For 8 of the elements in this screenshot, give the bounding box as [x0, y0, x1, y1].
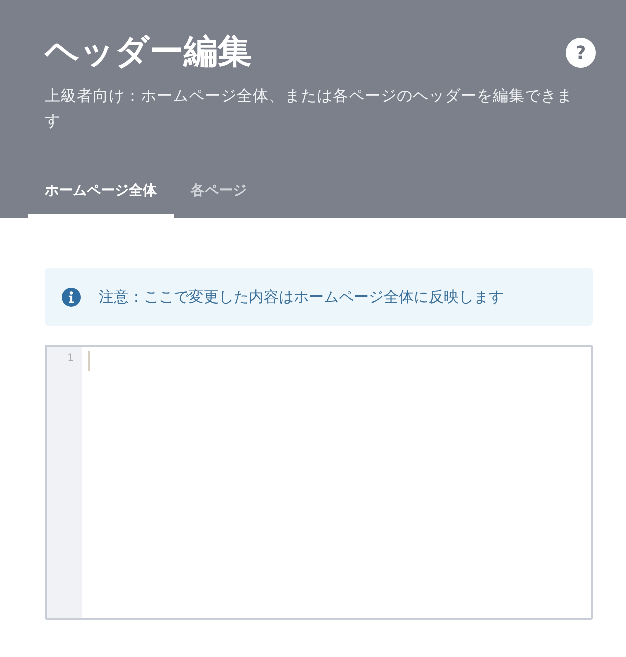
- page-description: 上級者向け：ホームページ全体、または各ページのヘッダーを編集できます: [44, 86, 574, 132]
- tab[interactable]: 各ページ: [174, 182, 264, 218]
- notice-text: 注意：ここで変更した内容はホームページ全体に反映します: [99, 288, 504, 306]
- help-button[interactable]: ?: [566, 38, 596, 68]
- info-icon: [62, 288, 81, 306]
- line-number: 1: [66, 352, 75, 366]
- tab[interactable]: ホームページ全体: [28, 182, 174, 218]
- page-title: ヘッダー編集: [45, 31, 252, 74]
